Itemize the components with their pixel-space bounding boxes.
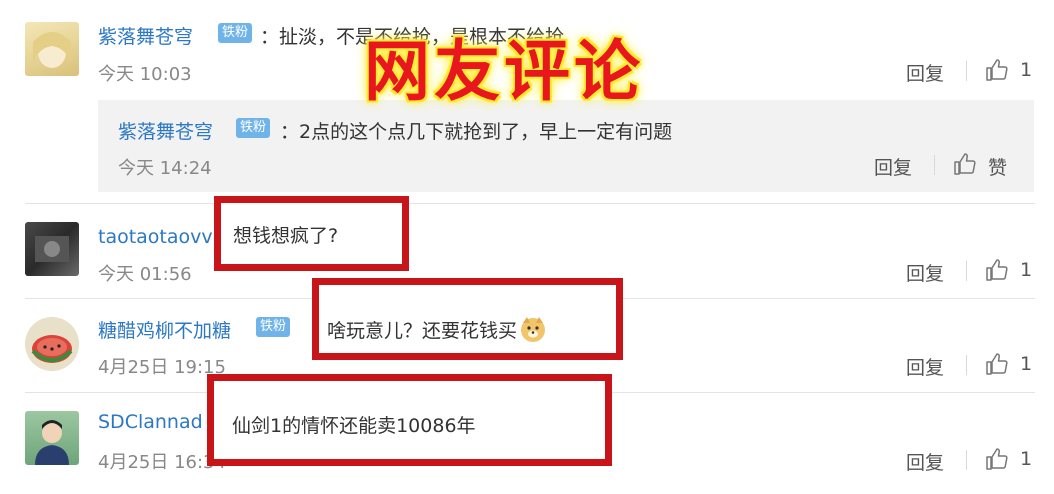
highlight-box: 仙剑1的情怀还能卖10086年 [207, 374, 612, 466]
avatar-image [33, 32, 71, 68]
fan-badge: 铁粉 [218, 22, 253, 43]
doge-emoji-icon [519, 315, 547, 348]
comment-text: 想钱想疯了? [233, 225, 339, 247]
avatar-image [35, 236, 69, 262]
highlight-box: 想钱想疯了? [214, 196, 409, 271]
like-button[interactable] [985, 258, 1009, 286]
comment-username[interactable]: taotaotaovv： [98, 222, 232, 249]
like-label: 赞 [988, 157, 1008, 179]
reply-button[interactable]: 回复 [874, 153, 912, 180]
like-count: 1 [1020, 59, 1033, 81]
separator [966, 61, 967, 81]
reply-button[interactable]: 回复 [906, 448, 944, 475]
fan-badge: 铁粉 [256, 316, 291, 337]
avatar[interactable] [25, 222, 79, 276]
comment-username[interactable]: SDClannad [98, 411, 203, 433]
avatar[interactable] [25, 411, 79, 465]
reply-button[interactable]: 回复 [906, 353, 944, 380]
comment-text: 啥玩意儿？还要花钱买 [327, 315, 547, 348]
like-count: 1 [1020, 353, 1033, 375]
like-count: 1 [1020, 448, 1033, 470]
separator [966, 450, 967, 470]
comment-text: 仙剑1的情怀还能卖10086年 [232, 415, 476, 437]
like-count: 1 [1020, 259, 1033, 281]
comment-username[interactable]: 糖醋鸡柳不加糖 [98, 316, 231, 343]
avatar-image [35, 420, 69, 465]
separator [966, 355, 967, 375]
thumbs-up-icon [986, 448, 1008, 470]
avatar-image [31, 335, 73, 363]
thumbs-up-icon [986, 259, 1008, 281]
thumbs-up-icon [986, 353, 1008, 375]
separator [934, 155, 935, 175]
comment-time: 今天 10:03 [98, 64, 192, 85]
like-button[interactable] [985, 58, 1009, 86]
comment-username[interactable]: 紫落舞苍穹 [98, 22, 193, 49]
fan-badge: 铁粉 [236, 117, 271, 138]
overlay-title: 网友评论 [364, 33, 644, 110]
thumbs-up-icon [986, 59, 1008, 81]
like-button[interactable] [985, 352, 1009, 380]
avatar[interactable] [25, 22, 79, 76]
comment-text: ：2点的这个点几下就抢到了，早上一定有问题 [280, 121, 673, 143]
reply-button[interactable]: 回复 [906, 59, 944, 86]
comment-time: 今天 01:56 [98, 264, 192, 285]
highlight-box: 啥玩意儿？还要花钱买 [312, 278, 623, 360]
thumbs-up-icon [954, 153, 976, 175]
like-button[interactable] [985, 447, 1009, 475]
separator [966, 261, 967, 281]
avatar[interactable] [25, 317, 79, 371]
reply-button[interactable]: 回复 [906, 259, 944, 286]
like-button[interactable] [953, 152, 977, 180]
comment-username[interactable]: 紫落舞苍穹 [118, 117, 213, 144]
divider [25, 203, 1035, 204]
comment-time: 今天 14:24 [118, 158, 212, 179]
